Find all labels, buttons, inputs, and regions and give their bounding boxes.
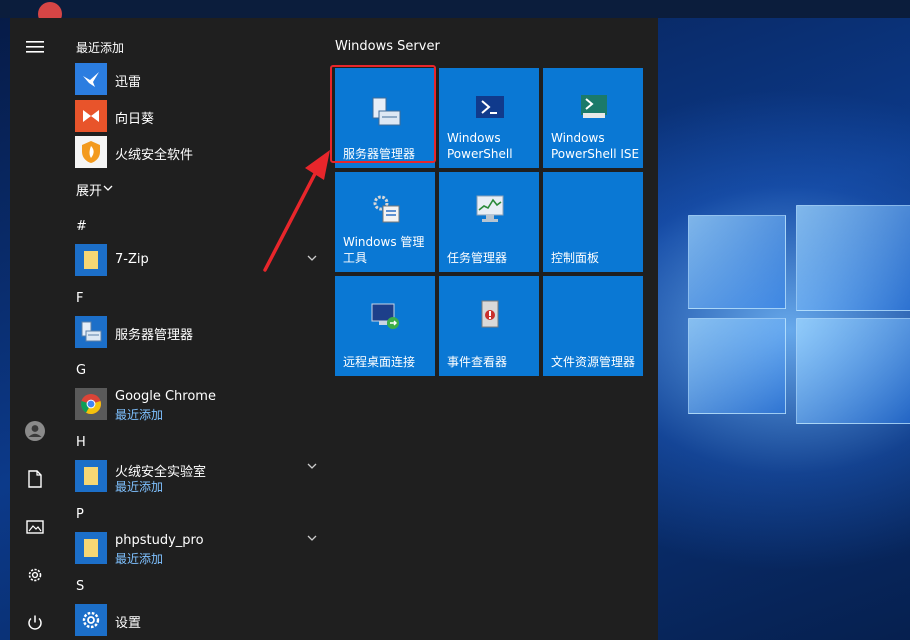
tile-file-explorer[interactable]: 文件资源管理器 [543,276,643,376]
documents-button[interactable] [20,464,50,494]
task-manager-icon [476,195,504,222]
powershell-ise-icon [581,95,607,118]
app-item-huorong[interactable]: 火绒安全软件 [74,134,324,170]
remote-desktop-icon [371,303,399,329]
admin-tools-icon [373,195,400,223]
gear-icon [75,604,107,636]
settings-button[interactable] [20,560,50,590]
group-letter[interactable]: H [76,435,86,450]
tile-remote-desktop[interactable]: 远程桌面连接 [335,276,435,376]
server-manager-icon [75,316,107,348]
window-logo-pane [796,318,910,424]
gear-icon [28,568,42,582]
recently-added-label: 最近添加 [115,408,164,422]
group-letter[interactable]: G [76,363,86,378]
app-name: 7-Zip [115,252,149,267]
group-letter[interactable]: P [76,507,84,522]
app-item-phpstudy[interactable]: phpstudy_pro 最近添加 [74,530,324,566]
huorong-shield-icon [75,136,107,168]
document-icon [28,470,42,488]
pictures-button[interactable] [20,512,50,542]
group-letter[interactable]: S [76,579,84,594]
window-logo-pane [796,205,910,311]
user-avatar-icon [25,421,45,441]
expand-button[interactable]: 展开 [74,177,324,199]
hamburger-menu-button[interactable] [20,32,50,62]
tile-task-manager[interactable]: 任务管理器 [439,172,539,272]
highlight-box [330,65,436,163]
window-logo-pane [688,318,786,414]
app-item-huorong-lab[interactable]: 火绒安全实验室 最近添加 [74,458,324,494]
chevron-down-icon[interactable] [306,252,318,264]
picture-icon [26,520,44,534]
group-letter[interactable]: # [76,219,87,234]
expand-label: 展开 [76,184,103,199]
app-item-7zip[interactable]: 7-Zip [74,242,324,278]
app-name: 服务器管理器 [115,328,194,343]
app-name: 向日葵 [115,112,155,127]
recent-section-title: 最近添加 [76,41,125,55]
tile-windows-powershell[interactable]: Windows PowerShell [439,68,539,168]
app-name: 迅雷 [115,75,142,90]
power-button[interactable] [20,608,50,638]
app-item-settings[interactable]: 设置 [74,602,324,638]
chevron-down-icon[interactable] [306,460,318,472]
recently-added-label: 最近添加 [115,552,164,566]
sunflower-icon [75,100,107,132]
tile-event-viewer[interactable]: 事件查看器 [439,276,539,376]
tile-windows-powershell-ise[interactable]: Windows PowerShell ISE [543,68,643,168]
power-icon [28,615,42,630]
app-item-sunflower[interactable]: 向日葵 [74,98,324,134]
folder-icon [75,460,107,492]
window-top-strip [0,0,910,18]
event-viewer-icon [481,300,499,328]
app-name: Google Chrome [115,389,216,404]
start-menu: 最近添加 迅雷 向日葵 火绒安全软件 展开 # 7-Zip F 服务器管理器 G… [10,18,658,640]
tile-group-title[interactable]: Windows Server [335,39,440,54]
start-rail [10,18,60,640]
tile-label: 控制面板 [551,251,600,265]
tile-control-panel[interactable]: 控制面板 [543,172,643,272]
tile-label: 任务管理器 [447,251,508,265]
window-logo-pane [688,215,786,309]
app-name: 设置 [115,616,142,631]
group-letter[interactable]: F [76,291,83,306]
tile-label: 事件查看器 [447,355,508,369]
tile-label: Windows PowerShell ISE [551,131,640,161]
tile-windows-admin-tools[interactable]: Windows 管理 工具 [335,172,435,272]
tile-label: 文件资源管理器 [551,355,636,369]
chevron-down-icon [103,185,113,191]
user-account-button[interactable] [20,416,50,446]
tile-label: Windows 管理 工具 [343,235,425,265]
app-item-google-chrome[interactable]: Google Chrome 最近添加 [74,386,324,422]
hamburger-icon [26,41,44,53]
app-item-server-manager[interactable]: 服务器管理器 [74,314,324,350]
folder-icon [75,244,107,276]
app-name: phpstudy_pro [115,533,204,548]
app-item-xunlei[interactable]: 迅雷 [74,61,324,97]
chevron-down-icon[interactable] [306,532,318,544]
xunlei-bird-icon [75,63,107,95]
folder-icon [75,532,107,564]
recently-added-label: 最近添加 [115,480,164,494]
tile-label: Windows PowerShell [447,131,513,161]
chrome-icon [75,388,107,420]
app-list: 最近添加 迅雷 向日葵 火绒安全软件 展开 # 7-Zip F 服务器管理器 G… [66,18,336,640]
app-name: 火绒安全软件 [115,148,194,163]
powershell-icon [476,96,504,118]
tile-label: 远程桌面连接 [343,355,416,369]
